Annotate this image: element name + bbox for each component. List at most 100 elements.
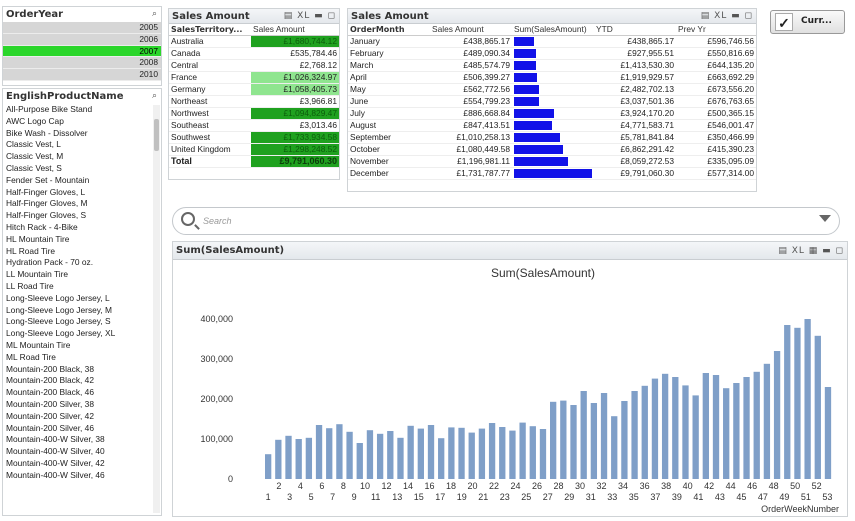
product-item[interactable]: Mountain-200 Black, 42 xyxy=(3,375,161,387)
territory-col-header[interactable]: SalesTerritory... xyxy=(169,24,251,37)
product-item[interactable]: Long-Sleeve Logo Jersey, XL xyxy=(3,328,161,340)
table-row[interactable]: May £562,772.56 £2,482,702.13 £673,556.20 xyxy=(348,83,756,97)
product-item[interactable]: LL Mountain Tire xyxy=(3,269,161,281)
product-scrollbar[interactable] xyxy=(153,105,160,513)
x-tick-label: 47 xyxy=(758,492,768,502)
month-ytd-value: £1,919,929.57 xyxy=(594,71,676,85)
product-item[interactable]: Half-Finger Gloves, L xyxy=(3,187,161,199)
table-row[interactable]: February £489,090.34 £927,955.51 £550,816.6… xyxy=(348,47,756,61)
current-selections-button[interactable]: ✓ Curr... xyxy=(770,10,845,34)
x-tick-label: 2 xyxy=(276,481,281,491)
product-item[interactable]: Bike Wash - Dissolver xyxy=(3,128,161,140)
product-item[interactable]: Fender Set - Mountain xyxy=(3,175,161,187)
product-item[interactable]: AWC Logo Cap xyxy=(3,116,161,128)
product-item[interactable]: Mountain-400-W Silver, 46 xyxy=(3,470,161,482)
month-sales-value: £562,772.56 xyxy=(430,83,512,97)
month-col-header[interactable]: OrderMonth xyxy=(348,24,430,37)
table-row[interactable]: Germany £1,058,405.73 xyxy=(169,83,339,97)
month-bar-cell xyxy=(512,47,594,61)
x-tick-label: 42 xyxy=(704,481,714,491)
table-row[interactable]: Northwest £1,094,829.47 xyxy=(169,107,339,121)
year-item[interactable]: 2006 xyxy=(3,33,161,46)
product-item[interactable]: Hydration Pack - 70 oz. xyxy=(3,257,161,269)
table-row[interactable]: June £554,799.23 £3,037,501.36 £676,763.65 xyxy=(348,95,756,109)
month-title: Sales Amount xyxy=(351,11,429,22)
table-row[interactable]: March £485,574.79 £1,413,530.30 £644,135.20 xyxy=(348,59,756,73)
x-tick-label: 30 xyxy=(575,481,585,491)
year-item[interactable]: 2010 xyxy=(3,69,161,81)
sales-col-header[interactable]: Sales Amount xyxy=(430,24,512,37)
table-row[interactable]: France £1,026,324.97 xyxy=(169,71,339,85)
product-item[interactable]: Half-Finger Gloves, M xyxy=(3,198,161,210)
table-row[interactable]: Northeast £3,966.81 xyxy=(169,95,339,109)
product-item[interactable]: Mountain-200 Silver, 46 xyxy=(3,423,161,435)
product-item[interactable]: HL Road Tire xyxy=(3,246,161,258)
table-row[interactable]: Southwest £1,733,934.58 xyxy=(169,131,339,145)
chart-bar xyxy=(560,400,567,479)
year-item[interactable]: 2008 xyxy=(3,57,161,70)
table-row[interactable]: April £506,399.27 £1,919,929.57 £663,692.29 xyxy=(348,71,756,85)
table-row[interactable]: July £886,668.84 £3,924,170.20 £500,365.15 xyxy=(348,107,756,121)
table-row[interactable]: September £1,010,258.13 £5,781,841.84 £350,… xyxy=(348,131,756,145)
ytd-col-header[interactable]: YTD xyxy=(594,24,676,37)
product-item[interactable]: Hitch Rack - 4-Bike xyxy=(3,222,161,234)
table-row[interactable]: Central £2,768.12 xyxy=(169,59,339,73)
table-row[interactable]: January £438,865.17 £438,865.17 £596,746.56 xyxy=(348,35,756,49)
product-item[interactable]: Mountain-200 Black, 38 xyxy=(3,364,161,376)
month-bar-cell xyxy=(512,143,594,157)
chart-bar xyxy=(417,428,424,479)
table-row[interactable]: Australia £1,680,744.12 xyxy=(169,35,339,49)
search-icon[interactable]: ⌕ xyxy=(152,7,158,22)
product-item[interactable]: Classic Vest, L xyxy=(3,139,161,151)
year-item[interactable]: 2005 xyxy=(3,22,161,34)
window-controls-icon[interactable]: ▤ ⅩⅬ ▦ ▬ ◻ xyxy=(778,242,844,260)
product-item[interactable]: LL Road Tire xyxy=(3,281,161,293)
product-item[interactable]: Half-Finger Gloves, S xyxy=(3,210,161,222)
search-bar[interactable]: Search xyxy=(172,207,840,235)
window-controls-icon[interactable]: ▤ ⅩⅬ ▬ ◻ xyxy=(701,9,753,24)
month-prev-yr-value: £500,365.15 xyxy=(676,107,756,121)
product-item[interactable]: Mountain-400-W Silver, 42 xyxy=(3,458,161,470)
product-item[interactable]: Mountain-400-W Silver, 38 xyxy=(3,434,161,446)
chart-bar xyxy=(458,427,465,479)
product-item[interactable]: All-Purpose Bike Stand xyxy=(3,104,161,116)
product-item[interactable]: Mountain-200 Black, 46 xyxy=(3,387,161,399)
year-item[interactable]: 2007 xyxy=(3,45,161,58)
y-tick-label: 100,000 xyxy=(200,434,233,444)
month-bar xyxy=(514,73,537,83)
chart-bar xyxy=(661,373,669,479)
sum-col-header[interactable]: Sum(SalesAmount) xyxy=(512,24,594,37)
product-item[interactable]: Mountain-200 Silver, 42 xyxy=(3,411,161,423)
product-item[interactable]: Mountain-200 Silver, 38 xyxy=(3,399,161,411)
table-row[interactable]: United Kingdom £1,298,248.52 xyxy=(169,143,339,157)
product-item[interactable]: HL Mountain Tire xyxy=(3,234,161,246)
table-row[interactable]: Canada £535,784.46 xyxy=(169,47,339,61)
dropdown-arrow-icon[interactable] xyxy=(819,215,831,222)
window-controls-icon[interactable]: ▤ ⅩⅬ ▬ ◻ xyxy=(284,9,336,24)
product-item[interactable]: ML Road Tire xyxy=(3,352,161,364)
chart-bar xyxy=(804,319,811,479)
table-row[interactable]: August £847,413.51 £4,771,583.71 £546,001.4… xyxy=(348,119,756,133)
product-item[interactable]: Classic Vest, M xyxy=(3,151,161,163)
scrollbar-thumb[interactable] xyxy=(154,119,159,151)
table-row[interactable]: December £1,731,787.77 £9,791,060.30 £577,3… xyxy=(348,167,756,181)
prev-yr-col-header[interactable]: Prev Yr xyxy=(676,24,756,37)
territory-caption: Sales Amount ▤ ⅩⅬ ▬ ◻ xyxy=(169,9,339,24)
product-item[interactable]: Long-Sleeve Logo Jersey, L xyxy=(3,293,161,305)
search-icon[interactable]: ⌕ xyxy=(152,89,158,104)
territory-name: Central xyxy=(169,59,251,73)
table-row[interactable]: November £1,196,981.11 £8,059,272.53 £335,0… xyxy=(348,155,756,169)
sales-col-header[interactable]: Sales Amount xyxy=(251,24,339,37)
month-bar-cell xyxy=(512,35,594,49)
product-item[interactable]: Long-Sleeve Logo Jersey, S xyxy=(3,316,161,328)
product-item[interactable]: ML Mountain Tire xyxy=(3,340,161,352)
y-tick-label: 400,000 xyxy=(200,314,233,324)
product-item[interactable]: Mountain-400-W Silver, 40 xyxy=(3,446,161,458)
territory-sales-value: £1,298,248.52 xyxy=(251,143,339,157)
x-tick-label: 51 xyxy=(801,492,811,502)
product-item[interactable]: Long-Sleeve Logo Jersey, M xyxy=(3,305,161,317)
table-row[interactable]: October £1,080,449.58 £6,862,291.42 £415,39… xyxy=(348,143,756,157)
table-row[interactable]: Southeast £3,013.46 xyxy=(169,119,339,133)
product-item[interactable]: Classic Vest, S xyxy=(3,163,161,175)
x-tick-label: 23 xyxy=(500,492,510,502)
